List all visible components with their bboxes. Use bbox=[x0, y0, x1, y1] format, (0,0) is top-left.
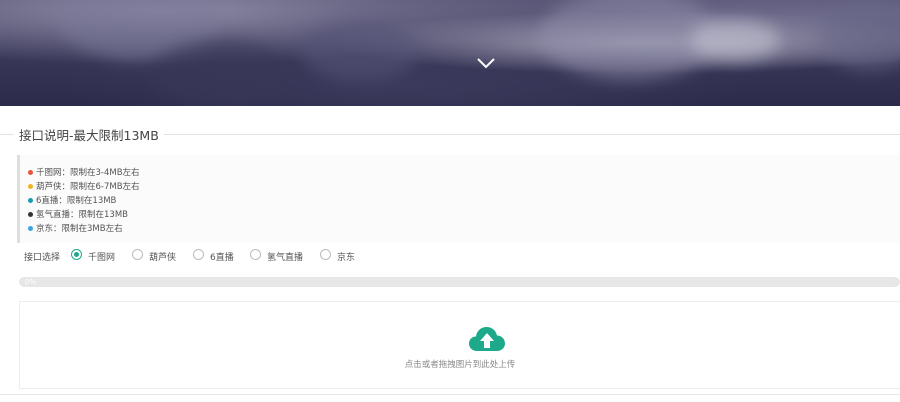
radio-icon[interactable] bbox=[132, 249, 143, 260]
radio-label: 千图网 bbox=[88, 253, 116, 263]
banner-blob bbox=[690, 20, 780, 60]
interface-label: 接口选择 bbox=[24, 253, 61, 263]
interface-notes: 千图网：限制在3-4MB左右 葫芦侠：限制在6-7MB左右 6直播：限制在13M… bbox=[17, 155, 900, 243]
bullet-dot bbox=[28, 226, 33, 231]
bullet-dot bbox=[28, 198, 33, 203]
bullet-dot bbox=[28, 184, 33, 189]
note-text: 京东：限制在3MB左右 bbox=[36, 224, 123, 234]
note-item: 葫芦侠：限制在6-7MB左右 bbox=[28, 180, 140, 192]
divider bbox=[0, 394, 900, 395]
radio-label: 6直播 bbox=[210, 253, 234, 263]
banner-blob bbox=[820, 0, 900, 70]
section-header: 接口说明-最大限制13MB bbox=[0, 124, 900, 144]
radio-label: 葫芦侠 bbox=[149, 253, 177, 263]
section-title: 接口说明-最大限制13MB bbox=[19, 128, 159, 143]
note-item: 千图网：限制在3-4MB左右 bbox=[28, 166, 140, 178]
cloud-upload-icon bbox=[469, 327, 505, 351]
radio-icon[interactable] bbox=[250, 249, 261, 260]
radio-icon[interactable] bbox=[193, 249, 204, 260]
banner-blob bbox=[150, 40, 290, 106]
upload-dropzone[interactable]: 点击或者拖拽图片到此处上传 bbox=[19, 301, 900, 389]
note-text: 6直播：限制在13MB bbox=[36, 196, 117, 206]
upload-progress-bar: 0% bbox=[19, 277, 900, 287]
radio-label: 氢气直播 bbox=[267, 253, 304, 263]
radio-icon[interactable] bbox=[320, 249, 331, 260]
bullet-dot bbox=[28, 212, 33, 217]
bullet-dot bbox=[28, 170, 33, 175]
progress-text: 0% bbox=[25, 278, 37, 286]
note-text: 千图网：限制在3-4MB左右 bbox=[36, 168, 140, 178]
upload-hint: 点击或者拖拽图片到此处上传 bbox=[404, 360, 516, 370]
note-item: 氢气直播：限制在13MB bbox=[28, 208, 128, 220]
chevron-down-icon[interactable] bbox=[476, 56, 496, 70]
radio-icon[interactable] bbox=[71, 249, 82, 260]
hero-banner bbox=[0, 0, 900, 106]
divider bbox=[164, 134, 900, 135]
banner-blob bbox=[300, 20, 420, 80]
radio-label: 京东 bbox=[337, 253, 356, 263]
note-text: 氢气直播：限制在13MB bbox=[36, 210, 128, 220]
note-text: 葫芦侠：限制在6-7MB左右 bbox=[36, 182, 140, 192]
divider bbox=[0, 134, 14, 135]
note-item: 6直播：限制在13MB bbox=[28, 194, 116, 206]
note-item: 京东：限制在3MB左右 bbox=[28, 222, 123, 234]
